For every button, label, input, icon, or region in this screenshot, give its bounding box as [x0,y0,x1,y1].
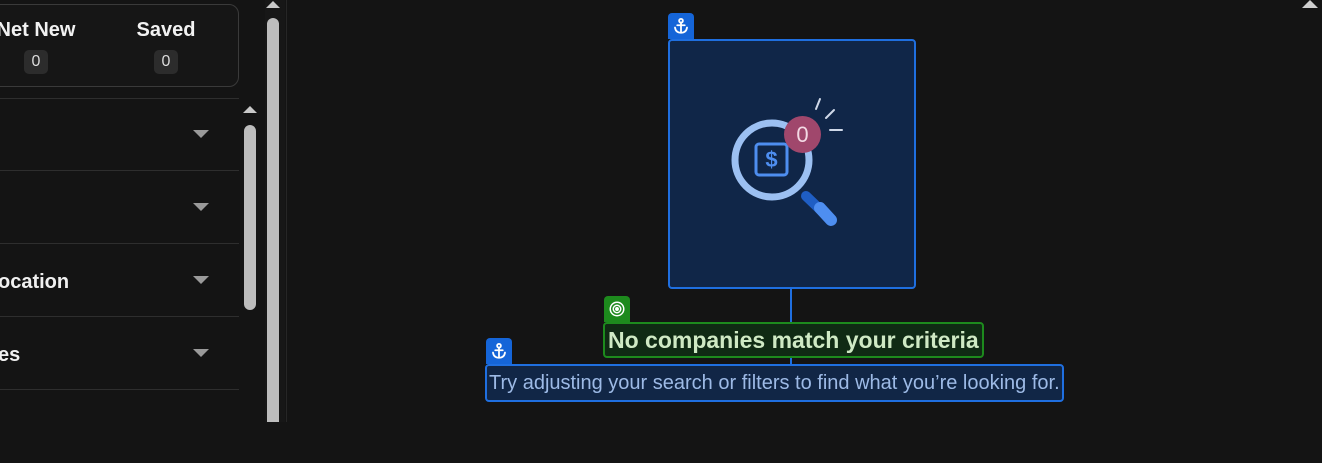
empty-state-illustration: $ [668,39,916,289]
svg-text:$: $ [765,147,777,172]
scroll-up-arrow-icon[interactable] [266,1,280,8]
net-new-label: Net New [0,19,76,41]
net-new-count[interactable]: Net New 0 [0,19,91,74]
counts-card: Net New 0 Saved 0 [0,4,239,87]
chevron-down-icon [193,276,209,284]
saved-value: 0 [154,50,178,74]
chevron-down-icon [193,349,209,357]
target-icon [604,296,630,322]
anchor-icon [486,338,512,364]
filter-row[interactable] [0,99,239,171]
filter-row-location[interactable]: ocation [0,245,239,317]
scroll-up-arrow-icon[interactable] [1302,0,1318,8]
empty-state-description: Try adjusting your search or filters to … [485,364,1064,402]
result-count-badge: 0 [784,116,821,153]
sidebar-scrollbar-thumb[interactable] [267,18,279,422]
chevron-down-icon [193,130,209,138]
filters-panel: Net New 0 Saved 0 ocation es [0,0,265,422]
filter-label: es [0,344,21,366]
filter-row[interactable] [0,172,239,244]
empty-state-title: No companies match your criteria [603,322,984,358]
chevron-down-icon [193,203,209,211]
scroll-up-arrow-icon[interactable] [243,106,257,113]
filters-scrollbar-thumb[interactable] [244,125,256,310]
filter-label: ocation [0,271,70,293]
saved-count[interactable]: Saved 0 [116,19,216,74]
filter-row[interactable]: es [0,318,239,390]
filter-row[interactable] [0,391,239,463]
saved-label: Saved [136,19,196,41]
net-new-value: 0 [24,50,48,74]
panel-divider [286,0,287,422]
anchor-icon [668,13,694,39]
